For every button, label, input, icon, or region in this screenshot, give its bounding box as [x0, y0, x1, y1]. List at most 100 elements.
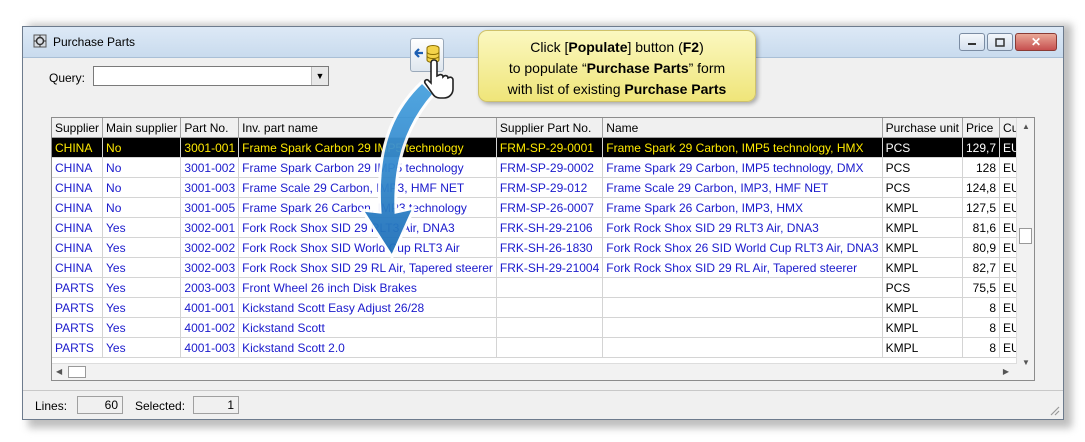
horizontal-scroll-thumb[interactable]	[68, 366, 86, 378]
table-cell[interactable]: Yes	[102, 337, 182, 358]
table-cell[interactable]: Fork Rock Shox SID 29 RL Air, Tapered st…	[602, 257, 883, 278]
table-cell[interactable]: 3002-003	[180, 257, 240, 278]
table-cell[interactable]: Frame Spark 26 Carbon, IMP3, HMX	[602, 197, 883, 218]
table-cell[interactable]: Fork Rock Shox SID 29 RLT3 Air, DNA3	[602, 217, 883, 238]
table-cell[interactable]: PCS	[882, 137, 964, 158]
table-cell[interactable]: 82,7	[962, 257, 1001, 278]
table-cell[interactable]: PARTS	[52, 337, 104, 358]
table-cell[interactable]: CHINA	[52, 257, 104, 278]
table-cell[interactable]: CHINA	[52, 217, 104, 238]
table-cell[interactable]: FRK-SH-29-21004	[496, 257, 604, 278]
table-cell[interactable]: KMPL	[882, 297, 964, 318]
table-cell[interactable]: KMPL	[882, 257, 964, 278]
table-cell[interactable]: Yes	[102, 217, 182, 238]
table-row[interactable]: PARTSYes4001-002Kickstand ScottKMPL8EUR	[52, 317, 1034, 338]
table-cell[interactable]: 3002-002	[180, 237, 240, 258]
purchase-parts-grid[interactable]: Supplier Main supplier Part No. Inv. part n…	[51, 117, 1035, 381]
table-row[interactable]: PARTS Yes 4001-001 Kickstand Scott Easy Adj…	[52, 297, 1034, 318]
table-cell[interactable]: PARTS	[52, 277, 104, 298]
close-button[interactable]: ✕	[1015, 33, 1057, 51]
table-cell[interactable]: KMPL	[882, 337, 964, 358]
column-header[interactable]: Name	[602, 118, 883, 138]
table-row[interactable]: CHINA No 3001-001 Frame Spark Carbon 29 IMP…	[52, 137, 1034, 158]
table-cell[interactable]	[496, 317, 604, 338]
table-cell[interactable]: KMPL	[882, 217, 964, 238]
vertical-scrollbar[interactable]: ▲ ▼	[1016, 118, 1034, 380]
table-cell[interactable]: CHINA	[52, 177, 104, 198]
table-cell[interactable]: 128	[962, 157, 1001, 178]
table-cell[interactable]: Kickstand Scott Easy Adjust 26/28	[238, 297, 497, 318]
table-cell[interactable]: Yes	[102, 317, 182, 338]
column-header[interactable]: Part No.	[180, 118, 240, 138]
table-row[interactable]: CHINA No 3001-002 Frame Spark Carbon 29 IMP…	[52, 157, 1034, 178]
table-cell[interactable]: Kickstand Scott 2.0	[238, 337, 497, 358]
table-cell[interactable]: FRM-SP-26-0007	[496, 197, 604, 218]
chevron-down-icon[interactable]: ▼	[311, 67, 328, 85]
table-cell[interactable]: Yes	[102, 237, 182, 258]
table-cell[interactable]: Kickstand Scott	[238, 317, 497, 338]
table-row[interactable]: CHINA No 3001-005 Frame Spark 26 Carbon, IM…	[52, 197, 1034, 218]
table-cell[interactable]: 8	[962, 317, 1001, 338]
table-cell[interactable]: No	[102, 137, 182, 158]
table-cell[interactable]: 2003-003	[180, 277, 240, 298]
table-cell[interactable]: PARTS	[52, 297, 104, 318]
column-header[interactable]: Supplier	[52, 118, 104, 138]
table-cell[interactable]: KMPL	[882, 317, 964, 338]
table-cell[interactable]: 127,5	[962, 197, 1001, 218]
table-cell[interactable]: Yes	[102, 257, 182, 278]
table-cell[interactable]: 129,7	[962, 137, 1001, 158]
scroll-up-icon[interactable]: ▲	[1022, 122, 1030, 131]
table-cell[interactable]: 124,8	[962, 177, 1001, 198]
table-cell[interactable]: 81,6	[962, 217, 1001, 238]
table-cell[interactable]: No	[102, 157, 182, 178]
scroll-down-icon[interactable]: ▼	[1022, 358, 1030, 367]
table-cell[interactable]: 4001-002	[180, 317, 240, 338]
table-cell[interactable]: CHINA	[52, 157, 104, 178]
table-cell[interactable]: PCS	[882, 157, 964, 178]
table-cell[interactable]	[496, 337, 604, 358]
scroll-right-icon[interactable]: ▶	[1003, 367, 1009, 376]
resize-grip-icon[interactable]	[1048, 404, 1060, 416]
table-cell[interactable]: CHINA	[52, 237, 104, 258]
table-cell[interactable]: 8	[962, 337, 1001, 358]
vertical-scroll-thumb[interactable]	[1019, 228, 1032, 244]
table-cell[interactable]: Yes	[102, 297, 182, 318]
table-cell[interactable]: 3002-001	[180, 217, 240, 238]
table-row[interactable]: CHINA Yes 3002-001 Fork Rock Shox SID 29 RL…	[52, 217, 1034, 238]
table-cell[interactable]: FRM-SP-29-0001	[496, 137, 604, 158]
table-cell[interactable]	[602, 337, 883, 358]
table-cell[interactable]: No	[102, 197, 182, 218]
table-cell[interactable]: 3001-002	[180, 157, 240, 178]
table-cell[interactable]	[602, 277, 883, 298]
table-cell[interactable]: Frame Spark 29 Carbon, IMP5 technology, …	[602, 157, 883, 178]
table-cell[interactable]: FRM-SP-29-0002	[496, 157, 604, 178]
column-header[interactable]: Supplier Part No.	[496, 118, 604, 138]
column-header[interactable]: Main supplier	[102, 118, 182, 138]
table-cell[interactable]: 3001-005	[180, 197, 240, 218]
minimize-button[interactable]	[959, 33, 985, 51]
table-row[interactable]: CHINA Yes 3002-002 Fork Rock Shox SID World…	[52, 237, 1034, 258]
scroll-left-icon[interactable]: ◀	[56, 367, 62, 376]
table-row[interactable]: PARTS Yes 4001-003 Kickstand Scott 2.0 KMPL 8…	[52, 337, 1034, 358]
table-row[interactable]: CHINA No 3001-003 Frame Scale 29 Carbon, IM…	[52, 177, 1034, 198]
table-cell[interactable]: Front Wheel 26 inch Disk Brakes	[238, 277, 497, 298]
maximize-button[interactable]	[987, 33, 1013, 51]
horizontal-scrollbar[interactable]: ◀ ▶	[52, 363, 1017, 380]
table-cell[interactable]: No	[102, 177, 182, 198]
table-cell[interactable]: Yes	[102, 277, 182, 298]
table-cell[interactable]: FRK-SH-26-1830	[496, 237, 604, 258]
table-cell[interactable]: KMPL	[882, 237, 964, 258]
table-cell[interactable]	[496, 277, 604, 298]
table-cell[interactable]	[496, 297, 604, 318]
table-cell[interactable]: 3001-001	[180, 137, 240, 158]
table-cell[interactable]: 3001-003	[180, 177, 240, 198]
table-row[interactable]: CHINA Yes 3002-003 Fork Rock Shox SID 29 RL…	[52, 257, 1034, 278]
table-cell[interactable]: CHINA	[52, 137, 104, 158]
table-cell[interactable]: FRK-SH-29-2106	[496, 217, 604, 238]
column-header[interactable]: Price	[962, 118, 1001, 138]
table-cell[interactable]	[602, 297, 883, 318]
table-cell[interactable]	[602, 317, 883, 338]
table-cell[interactable]: 4001-001	[180, 297, 240, 318]
table-cell[interactable]: FRM-SP-29-012	[496, 177, 604, 198]
table-cell[interactable]: Fork Rock Shox 26 SID World Cup RLT3 Air…	[602, 237, 883, 258]
